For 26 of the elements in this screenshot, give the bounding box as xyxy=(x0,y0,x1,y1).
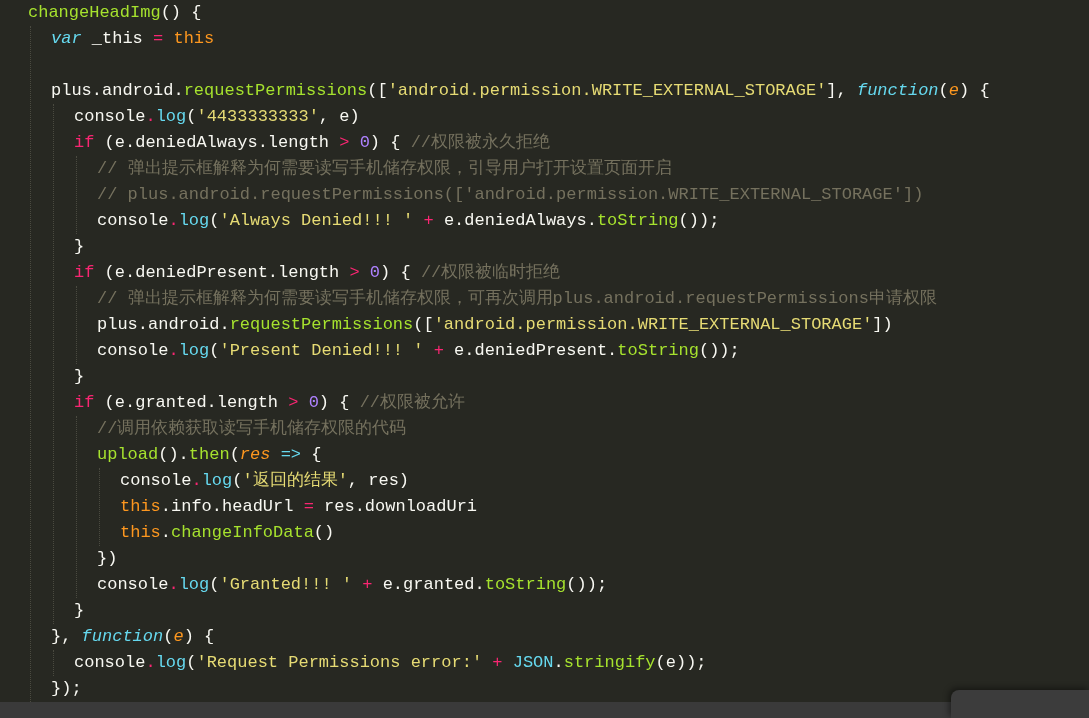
code-line: changeHeadImg() { xyxy=(28,2,203,24)
code-line: console.log('Request Permissions error:' + JSON.stringify(e)); xyxy=(74,652,708,674)
code-line: upload().then(res => { xyxy=(97,444,323,466)
code-line: // 弹出提示框解释为何需要读写手机储存权限，可再次调用plus.android.requestPermissions申请权限 xyxy=(97,287,938,310)
code-line: } xyxy=(74,600,86,622)
code-line: console.log('4433333333', e) xyxy=(74,106,361,128)
code-line: //调用依赖获取读写手机储存权限的代码 xyxy=(97,417,408,440)
code-line: console.log('返回的结果', res) xyxy=(120,470,411,492)
code-line: console.log('Present Denied!!! ' + e.deniedPresent.toString()); xyxy=(97,340,741,362)
code-line: this.changeInfoData() xyxy=(120,522,336,544)
code-line: }); xyxy=(51,678,83,700)
code-line: } xyxy=(74,236,86,258)
code-line: if (e.granted.length > 0) { //权限被允许 xyxy=(74,392,467,414)
code-line: }, function(e) { xyxy=(51,626,216,648)
code-line: }) xyxy=(97,548,119,570)
code-line: if (e.deniedPresent.length > 0) { //权限被临时拒绝 xyxy=(74,262,562,284)
code-line: // 弹出提示框解释为何需要读写手机储存权限，引导用户打开设置页面开启 xyxy=(97,157,673,180)
code-line: plus.android.requestPermissions(['android.permission.WRITE_EXTERNAL_STORAGE']) xyxy=(97,314,894,336)
code-line: if (e.deniedAlways.length > 0) { //权限被永久拒绝 xyxy=(74,131,552,154)
code-line: plus.android.requestPermissions(['android.permission.WRITE_EXTERNAL_STORAGE'], function(e) { xyxy=(51,80,991,102)
code-line: // plus.android.requestPermissions(['android.permission.WRITE_EXTERNAL_STORAGE']) xyxy=(97,184,925,206)
code-line: var _this = this xyxy=(51,28,216,50)
code-line: console.log('Granted!!! ' + e.granted.toString()); xyxy=(97,574,609,596)
code-line: } xyxy=(74,366,86,388)
code-line: console.log('Always Denied!!! ' + e.deniedAlways.toString()); xyxy=(97,210,721,232)
code-line: this.info.headUrl = res.downloadUri xyxy=(120,496,479,518)
